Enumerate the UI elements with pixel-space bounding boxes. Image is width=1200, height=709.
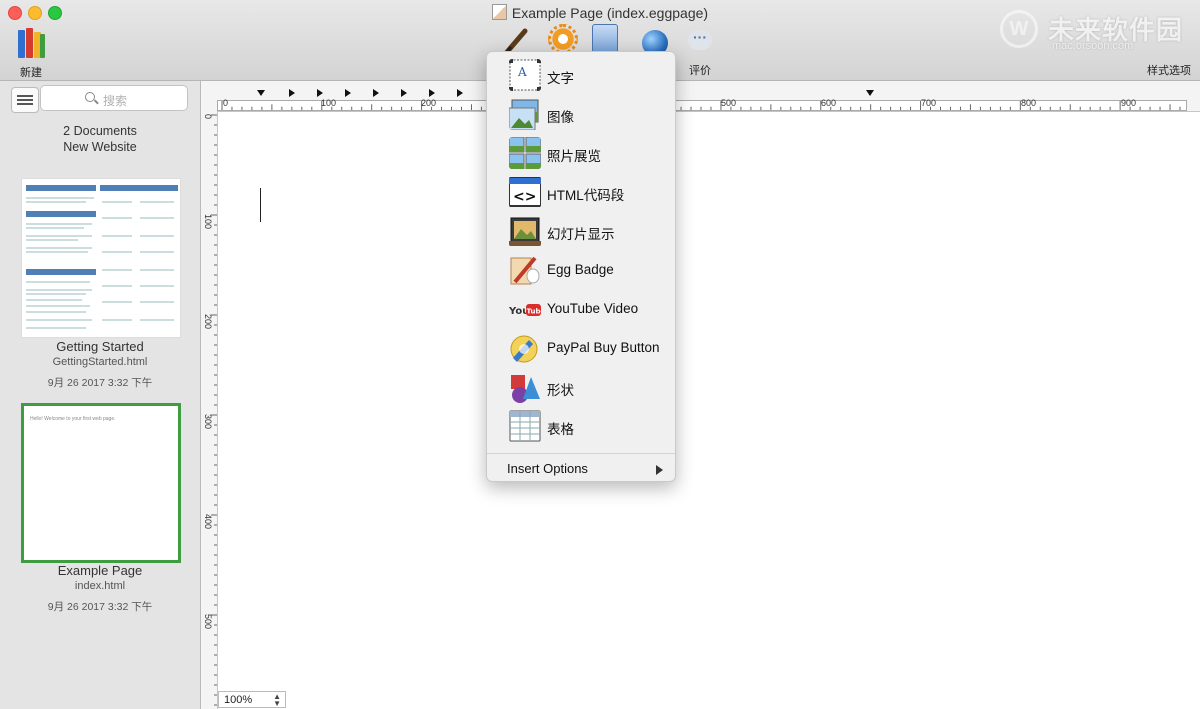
ruler-label: 800 [1021, 98, 1037, 108]
ruler-label: 300 [203, 414, 213, 430]
ruler-label: 0 [223, 98, 229, 108]
search-input[interactable]: 搜索 [40, 85, 188, 111]
submenu-arrow-icon [656, 465, 663, 475]
image-icon [509, 99, 539, 130]
ruler-label: 500 [721, 98, 737, 108]
ruler-label: 100 [203, 214, 213, 230]
document-file: GettingStarted.html [52, 356, 148, 368]
document-thumbnail-example-page[interactable]: Hello! Welcome to your first web page. [21, 403, 181, 563]
ruler-label: 700 [921, 98, 937, 108]
list-view-button[interactable] [11, 87, 39, 113]
ruler-label: 200 [203, 314, 213, 330]
ruler-label: 0 [203, 114, 213, 120]
document-icon [491, 4, 507, 20]
documents-sidebar: 搜索 2 Documents New Website Getting Start… [0, 81, 201, 709]
document-file: index.html [74, 580, 126, 592]
new-document-button[interactable]: 新建 [8, 26, 54, 80]
document-count: 2 Documents New Website [63, 124, 137, 154]
photo-gallery-icon [509, 137, 541, 169]
tab-stop-marker[interactable] [257, 90, 265, 96]
ruler-label: 100 [321, 98, 337, 108]
books-icon [16, 26, 46, 58]
vertical-ruler: 0 100 200 300 400 500 [201, 111, 218, 709]
shapes-icon [511, 375, 540, 403]
slideshow-icon [509, 217, 541, 246]
egg-badge-icon [510, 256, 540, 285]
document-date: 9月 26 2017 3:32 下午 [47, 601, 153, 613]
page-canvas[interactable] [218, 112, 1200, 709]
tab-stop-marker[interactable] [317, 89, 323, 97]
text-box-icon: A [509, 59, 541, 91]
menu-item-egg-badge[interactable]: Egg Badge [487, 251, 675, 287]
svg-text:Tube: Tube [527, 308, 542, 316]
text-cursor [260, 188, 261, 222]
horizontal-ruler: 0 100 200 500 600 700 800 900 [201, 81, 1200, 112]
svg-text:<>: <> [513, 189, 536, 205]
tab-stop-marker[interactable] [373, 89, 379, 97]
html-snippet-icon: <> [509, 177, 541, 207]
document-name: Getting Started [56, 339, 144, 354]
tab-stop-marker[interactable] [429, 89, 435, 97]
rating-button-label[interactable]: 评价 [689, 62, 711, 78]
ruler-label: 600 [821, 98, 837, 108]
menu-item-shapes[interactable]: 形状 [487, 368, 675, 404]
paypal-icon [510, 335, 538, 363]
zoom-select[interactable]: 100% ▲ ▼ [218, 691, 286, 708]
ruler-scale [217, 100, 1187, 111]
youtube-icon: You Tube [509, 304, 542, 317]
document-thumbnail-getting-started[interactable] [21, 178, 181, 338]
menu-item-image[interactable]: 图像 [487, 95, 675, 131]
document-date: 9月 26 2017 3:32 下午 [47, 377, 153, 389]
tab-stop-marker[interactable] [457, 89, 463, 97]
search-icon [85, 92, 95, 102]
style-options-button-label[interactable]: 样式选项 [1147, 62, 1191, 78]
insert-options-menu-item[interactable]: Insert Options [507, 461, 588, 476]
ruler-label: 500 [203, 614, 213, 630]
menu-item-youtube[interactable]: You Tube YouTube Video [487, 290, 675, 326]
tab-stop-marker[interactable] [345, 89, 351, 97]
menu-item-table[interactable]: 表格 [487, 407, 675, 443]
menu-item-slideshow[interactable]: 幻灯片显示 [487, 212, 675, 248]
menu-item-photo-gallery[interactable]: 照片展览 [487, 134, 675, 170]
watermark-logo: W 未来软件园 mac.orsoon.com [1000, 8, 1190, 52]
insert-menu: A 文字 图像 照片展览 <> HTML代码段 幻灯片显示 Egg Badge … [486, 51, 676, 482]
ruler-label: 900 [1121, 98, 1137, 108]
ruler-label: 400 [203, 514, 213, 530]
menu-item-text[interactable]: A 文字 [487, 56, 675, 92]
more-icon[interactable]: ··· [688, 30, 712, 50]
menu-item-html-snippet[interactable]: <> HTML代码段 [487, 173, 675, 209]
menu-separator [487, 453, 675, 454]
tab-stop-marker[interactable] [289, 89, 295, 97]
tab-stop-marker[interactable] [401, 89, 407, 97]
right-margin-marker[interactable] [866, 90, 874, 96]
menu-item-paypal[interactable]: PayPal Buy Button [487, 329, 675, 365]
document-name: Example Page [57, 563, 143, 578]
gear-icon[interactable] [548, 24, 578, 54]
table-icon [509, 410, 541, 442]
ruler-label: 200 [421, 98, 437, 108]
svg-text:A: A [517, 65, 527, 79]
stepper-arrows-icon: ▲ ▼ [273, 692, 281, 708]
